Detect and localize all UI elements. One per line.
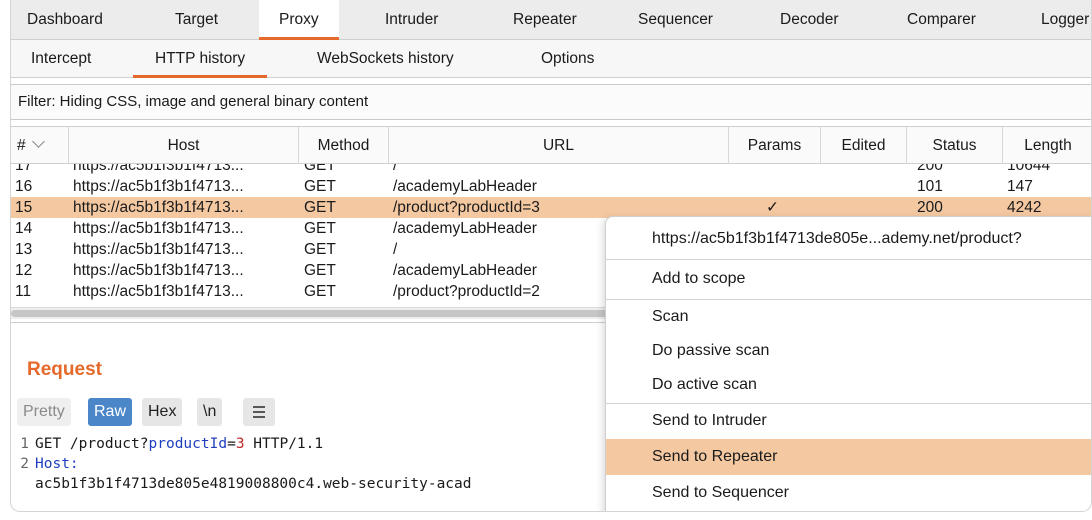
row-url: /product?productId=2	[393, 283, 540, 300]
row-url: /product?productId=3	[393, 199, 540, 216]
subtab-options[interactable]: Options	[541, 40, 594, 78]
row-method: GET	[304, 241, 336, 258]
context-menu-url: https://ac5b1f3b1f4713de805e...ademy.net…	[652, 230, 1022, 247]
row-method: GET	[304, 283, 336, 300]
row-url: /	[393, 164, 398, 174]
table-row[interactable]: 17 https://ac5b1f3b1f4713... GET / 200 1…	[11, 164, 1091, 176]
col-host[interactable]: Host	[69, 127, 299, 164]
tab-decoder[interactable]: Decoder	[780, 0, 839, 40]
table-row[interactable]: 16 https://ac5b1f3b1f4713... GET /academ…	[11, 176, 1091, 197]
burp-window: Dashboard Target Proxy Intruder Repeater…	[10, 0, 1092, 512]
row-number: 17	[15, 164, 33, 174]
col-number[interactable]: #	[11, 127, 69, 164]
col-params[interactable]: Params	[729, 127, 821, 164]
param-name: productId	[148, 436, 228, 452]
col-url[interactable]: URL	[389, 127, 729, 164]
newline-toggle-button[interactable]: \n	[197, 398, 223, 426]
row-length: 4242	[1007, 199, 1042, 216]
row-url: /academyLabHeader	[393, 178, 537, 195]
params-check-icon: ✓	[766, 199, 779, 216]
request-line-2: 2 Host:	[11, 454, 79, 474]
row-method: GET	[304, 178, 336, 195]
row-host: https://ac5b1f3b1f4713...	[73, 178, 244, 195]
tab-dashboard[interactable]: Dashboard	[27, 0, 103, 40]
row-host: https://ac5b1f3b1f4713...	[73, 199, 244, 216]
row-number: 11	[15, 283, 32, 300]
tab-logger[interactable]: Logger	[1041, 0, 1089, 40]
request-method-path: GET /product?	[35, 436, 149, 452]
tab-intruder[interactable]: Intruder	[385, 0, 438, 40]
row-url: /academyLabHeader	[393, 262, 537, 279]
tab-sequencer[interactable]: Sequencer	[638, 0, 713, 40]
param-value: 3	[235, 436, 245, 452]
param-equals: =	[227, 436, 236, 452]
subtab-http-history[interactable]: HTTP history	[133, 40, 268, 78]
row-number: 12	[15, 262, 33, 279]
history-table-header: # Host Method URL Params Edited Status L…	[11, 126, 1091, 164]
row-host: https://ac5b1f3b1f4713...	[73, 220, 244, 237]
col-length[interactable]: Length	[1003, 127, 1091, 164]
row-status: 200	[917, 164, 943, 174]
top-tab-bar: Dashboard Target Proxy Intruder Repeater…	[11, 0, 1091, 40]
col-edited[interactable]: Edited	[821, 127, 907, 164]
request-pane-title: Request	[27, 359, 102, 380]
row-method: GET	[304, 220, 336, 237]
hex-button[interactable]: Hex	[142, 398, 183, 426]
row-host: https://ac5b1f3b1f4713...	[73, 164, 244, 174]
menu-icon[interactable]	[243, 398, 275, 426]
menu-send-to-repeater[interactable]: Send to Repeater	[606, 439, 1091, 475]
http-version: HTTP/1.1	[244, 436, 324, 452]
menu-scan[interactable]: Scan	[606, 299, 1091, 335]
row-status: 101	[917, 178, 943, 195]
row-method: GET	[304, 199, 336, 216]
col-status[interactable]: Status	[907, 127, 1003, 164]
header-name: Host:	[35, 456, 79, 472]
row-method: GET	[304, 164, 336, 174]
table-row-selected[interactable]: 15 https://ac5b1f3b1f4713... GET /produc…	[11, 197, 1091, 218]
menu-send-to-sequencer[interactable]: Send to Sequencer	[606, 475, 1091, 511]
row-number: 16	[15, 178, 33, 195]
row-number: 14	[15, 220, 33, 237]
menu-separator	[606, 259, 1091, 260]
tab-proxy[interactable]: Proxy	[259, 0, 339, 40]
filter-bar[interactable]: Filter: Hiding CSS, image and general bi…	[11, 84, 1091, 120]
row-number: 15	[15, 199, 33, 216]
context-menu: https://ac5b1f3b1f4713de805e...ademy.net…	[605, 216, 1091, 511]
row-number: 13	[15, 241, 33, 258]
row-host: https://ac5b1f3b1f4713...	[73, 283, 244, 300]
sort-chevron-icon[interactable]	[31, 135, 45, 148]
request-line-2-value: ac5b1f3b1f4713de805e4819008800c4.web-sec…	[35, 476, 472, 492]
line-number: 2	[20, 456, 29, 472]
col-method[interactable]: Method	[299, 127, 389, 164]
subtab-intercept[interactable]: Intercept	[31, 40, 91, 78]
scrollbar-thumb[interactable]	[11, 310, 671, 317]
menu-do-passive-scan[interactable]: Do passive scan	[606, 333, 1091, 369]
row-status: 200	[917, 199, 943, 216]
row-method: GET	[304, 262, 336, 279]
raw-button[interactable]: Raw	[88, 398, 133, 426]
line-number: 1	[20, 436, 29, 452]
col-number-label: #	[17, 137, 26, 154]
menu-add-to-scope[interactable]: Add to scope	[606, 261, 1091, 297]
subtab-websockets-history[interactable]: WebSockets history	[317, 40, 454, 78]
tab-repeater[interactable]: Repeater	[513, 0, 577, 40]
pretty-button[interactable]: Pretty	[17, 398, 71, 426]
row-url: /academyLabHeader	[393, 220, 537, 237]
tab-comparer[interactable]: Comparer	[907, 0, 976, 40]
tab-target[interactable]: Target	[175, 0, 218, 40]
proxy-sub-tab-bar: Intercept HTTP history WebSockets histor…	[11, 40, 1091, 78]
row-length: 147	[1007, 178, 1033, 195]
row-url: /	[393, 241, 398, 258]
row-length: 10644	[1007, 164, 1051, 174]
menu-send-to-intruder[interactable]: Send to Intruder	[606, 403, 1091, 439]
row-host: https://ac5b1f3b1f4713...	[73, 262, 244, 279]
menu-do-active-scan[interactable]: Do active scan	[606, 367, 1091, 403]
row-host: https://ac5b1f3b1f4713...	[73, 241, 244, 258]
request-line-1: 1 GET /product?productId=3 HTTP/1.1	[11, 434, 323, 454]
